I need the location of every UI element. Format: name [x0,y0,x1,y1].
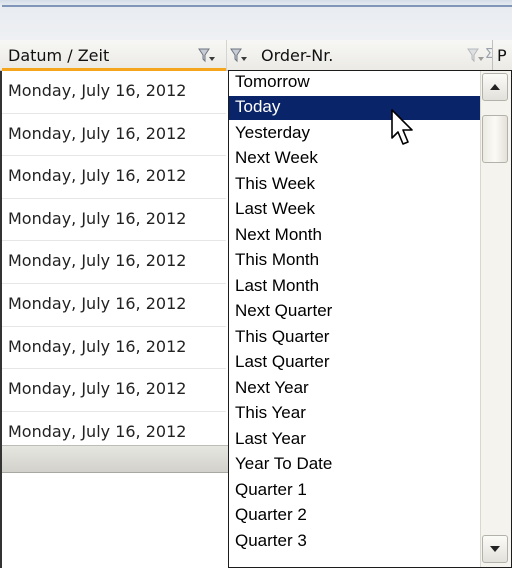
filter-icon[interactable] [230,47,248,63]
dropdown-option-quarter-1[interactable]: Quarter 1 [229,479,480,503]
column-header-datum-label: Datum / Zeit [8,46,110,65]
dropdown-option-next-week[interactable]: Next Week [229,147,480,171]
table-row[interactable]: Monday, July 16, 2012 [2,241,226,284]
table-row[interactable]: Monday, July 16, 2012 [2,156,226,199]
dropdown-option-year-to-date[interactable]: Year To Date [229,453,480,477]
dropdown-vertical-scrollbar[interactable] [480,71,511,567]
date-cell: Monday, July 16, 2012 [8,166,187,186]
date-cell: Monday, July 16, 2012 [8,123,187,143]
table-row[interactable]: Monday, July 16, 2012 [2,284,226,327]
date-cell: Monday, July 16, 2012 [8,81,187,100]
column-header-p-label: P [497,46,507,65]
table-row[interactable]: Monday, July 16, 2012 [2,327,226,370]
dropdown-option-quarter-2[interactable]: Quarter 2 [229,504,480,528]
column-header-order-label: Order-Nr. [261,46,334,65]
column-header-datum[interactable]: Datum / Zeit [2,40,227,71]
scroll-down-button[interactable] [482,535,508,563]
date-cell: Monday, July 16, 2012 [8,421,187,441]
dropdown-option-next-month[interactable]: Next Month [229,224,480,248]
dropdown-option-this-quarter[interactable]: This Quarter [229,326,480,350]
dropdown-option-next-year[interactable]: Next Year [229,377,480,401]
arrow-down-icon [490,546,500,552]
dropdown-option-next-quarter[interactable]: Next Quarter [229,300,480,324]
dropdown-option-this-month[interactable]: This Month [229,249,480,273]
filter-icon[interactable] [467,47,485,63]
filter-icon[interactable] [198,47,216,63]
scroll-up-button[interactable] [482,73,508,101]
horizontal-scrollbar[interactable] [2,445,228,473]
table-row[interactable]: Monday, July 16, 2012 [2,369,226,412]
table-row[interactable]: Monday, July 16, 2012 [2,71,226,114]
dropdown-option-yesterday[interactable]: Yesterday [229,122,480,146]
dropdown-option-today[interactable]: Today [229,96,480,120]
dropdown-option-tomorrow[interactable]: Tomorrow [229,71,480,95]
dropdown-option-last-year[interactable]: Last Year [229,428,480,452]
scroll-thumb[interactable] [482,115,508,163]
top-bar-line [2,5,512,7]
table-row[interactable]: Monday, July 16, 2012 [2,199,226,242]
mouse-pointer-icon [391,109,413,145]
dropdown-option-last-week[interactable]: Last Week [229,198,480,222]
date-cell: Monday, July 16, 2012 [8,379,187,399]
date-cell: Monday, July 16, 2012 [8,208,187,228]
grid-rows: Monday, July 16, 2012 Monday, July 16, 2… [2,71,226,455]
date-cell: Monday, July 16, 2012 [8,251,187,271]
dropdown-option-last-month[interactable]: Last Month [229,275,480,299]
table-row[interactable]: Monday, July 16, 2012 [2,114,226,157]
column-header-p[interactable]: P [492,40,513,70]
date-filter-dropdown[interactable]: Tomorrow Today Yesterday Next Week This … [228,70,512,568]
arrow-up-icon [490,84,500,90]
column-header-row: Datum / Zeit Order-Nr. Σ P [0,40,512,71]
dropdown-option-quarter-3[interactable]: Quarter 3 [229,530,480,554]
column-header-order[interactable]: Order-Nr. Σ [227,40,493,70]
grid-top-bar [0,0,512,41]
dropdown-option-last-quarter[interactable]: Last Quarter [229,351,480,375]
date-cell: Monday, July 16, 2012 [8,336,187,356]
date-cell: Monday, July 16, 2012 [8,293,187,313]
dropdown-option-this-year[interactable]: This Year [229,402,480,426]
dropdown-option-this-week[interactable]: This Week [229,173,480,197]
